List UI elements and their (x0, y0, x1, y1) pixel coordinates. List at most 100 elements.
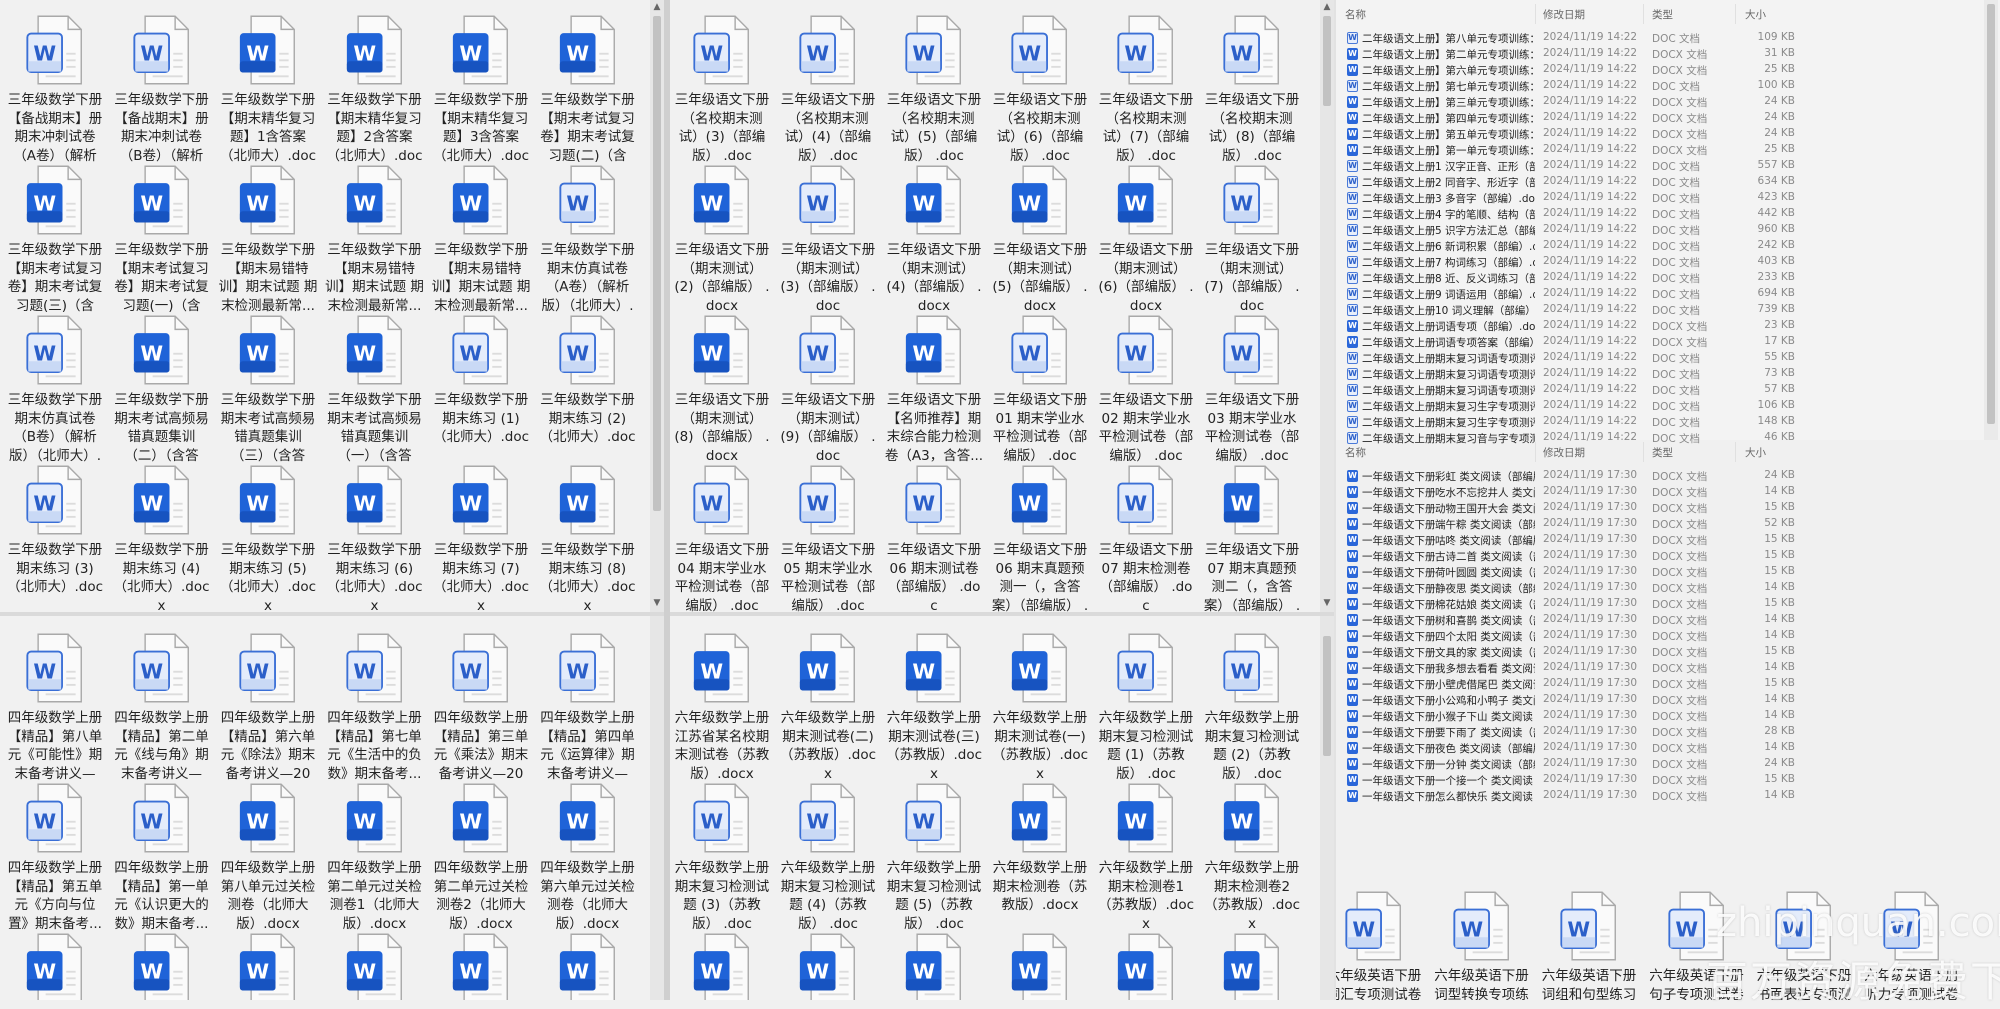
file-item[interactable]: W 四年级数学上册【精品】第二单元《线与角》期末备考讲义—2... (109, 631, 215, 783)
file-list-row[interactable]: W 二年级语文上册 3 多音字（部编）.doc 2024/11/19 14:22 DOC… (1335, 190, 1805, 206)
file-item[interactable]: W 三年级数学下册期末练习 (4)（北师大）.docx (109, 463, 215, 612)
file-list-row[interactable]: W 一年级语文下册一个接一个 类文阅读（... 2024/11/19 17:30 DO… (1335, 772, 1805, 788)
column-separator[interactable] (1535, 442, 1536, 462)
file-item[interactable]: W 四年级数学上册【精品】第五单元《方向与位置》期末备考... (2, 781, 108, 933)
file-list-row[interactable]: W 二年级语文上册】第六单元专项训练：... 2024/11/19 14:22 DOC… (1335, 62, 1805, 78)
column-separator[interactable] (1643, 442, 1644, 462)
scrollbar-left-top[interactable]: ▲ ▼ (650, 0, 664, 612)
file-item[interactable]: W 三年级数学下册【期末精华复习题】1含答案（北师大）.docx (215, 13, 321, 165)
column-separator[interactable] (1735, 442, 1736, 462)
file-item[interactable]: W 三年级语文下册（期末测试）(8)（部编版） .docx (670, 313, 775, 465)
file-item[interactable]: W 三年级语文下册（名校期末测试）(6)（部编版） .doc (987, 13, 1093, 165)
file-item[interactable]: W (987, 931, 1093, 1000)
file-list-row[interactable]: W 二年级语文上册 10 词义理解（部编）... 2024/11/19 14:22 DO… (1335, 302, 1805, 318)
file-list-row[interactable]: W 一年级语文下册小壁虎借尾巴 类文阅读... 2024/11/19 17:30 DO… (1335, 676, 1805, 692)
scrollbar-right-top[interactable] (1984, 0, 1998, 440)
file-item[interactable]: W 三年级数学下册【期末考试复习卷】期末考试复习题(一)（含答... (109, 163, 215, 315)
file-list-row[interactable]: W 一年级语文下册荷叶圆圆 类文阅读（部... 2024/11/19 17:30 DO… (1335, 564, 1805, 580)
file-list-row[interactable]: W 二年级语文上册】第七单元专项训练：... 2024/11/19 14:22 DOC… (1335, 78, 1805, 94)
file-item[interactable]: W 三年级语文下册（期末测试）(7)（部编版） .doc (1199, 163, 1305, 315)
file-list-row[interactable]: W 一年级语文下册彩虹 类文阅读（部编版... 2024/11/19 17:30 DO… (1335, 468, 1805, 484)
file-item[interactable]: W (2, 931, 108, 1000)
file-item[interactable]: W 三年级语文下册06 期末测试卷（部编版） .doc (881, 463, 987, 612)
file-item[interactable]: W 六年级数学上册期末复习检测试题 (4)（苏教版） .doc (775, 781, 881, 933)
scroll-thumb[interactable] (653, 16, 661, 511)
file-list-row[interactable]: W 一年级语文下册端午粽 类文阅读（部编... 2024/11/19 17:30 DO… (1335, 516, 1805, 532)
file-item[interactable]: W 三年级语文下册【名师推荐】期末综合能力检测卷（A3，含答... (881, 313, 987, 465)
file-item[interactable]: W 三年级语文下册07 期末真题预测二（，含答案）（部编版） .d... (1199, 463, 1305, 612)
file-list-row[interactable]: W 一年级语文下册吃水不忘挖井人 类文阅... 2024/11/19 17:30 DO… (1335, 484, 1805, 500)
file-item[interactable]: W 六年级数学上册期末复习检测试题 (1)（苏教版） .doc (1093, 631, 1199, 783)
file-list-row[interactable]: W 二年级语文上册】第二单元专项训练：... 2024/11/19 14:22 DOC… (1335, 46, 1805, 62)
file-list-row[interactable]: W 二年级语文上册4 字的笔顺、结构（部... 2024/11/19 14:22 DO… (1335, 206, 1805, 222)
file-item[interactable]: W 三年级语文下册（名校期末测试）(5)（部编版） .doc (881, 13, 987, 165)
column-header-type[interactable]: 类型 (1652, 7, 1673, 22)
file-item[interactable]: W 三年级数学下册【期末精华复习题】2含答案（北师大）.docx (322, 13, 428, 165)
file-item[interactable]: W 四年级数学上册第二单元过关检测卷1（北师大版）.docx (322, 781, 428, 933)
file-list-row[interactable]: W 二年级语文上册】第八单元专项训练：... 2024/11/19 14:22 DOC… (1335, 30, 1805, 46)
file-item[interactable]: W 四年级数学上册【精品】第四单元《运算律》期末备考讲义—2... (535, 631, 641, 783)
file-item[interactable]: W 三年级语文下册（期末测试）(2)（部编版） .docx (670, 163, 775, 315)
file-list-row[interactable]: W 一年级语文下册四个太阳 类文阅读（部... 2024/11/19 17:30 DO… (1335, 628, 1805, 644)
file-item[interactable]: W 三年级语文下册02 期末学业水平检测试卷（部编版） .doc (1093, 313, 1199, 465)
file-item[interactable]: W 四年级数学上册第六单元过关检测卷（北师大版）.docx (535, 781, 641, 933)
file-item[interactable]: W (535, 931, 641, 1000)
scroll-thumb[interactable] (1323, 16, 1331, 106)
file-item[interactable]: W 三年级语文下册（期末测试）(3)（部编版） .doc (775, 163, 881, 315)
file-list-row[interactable]: W 一年级语文下册我多想去看看 类文阅读... 2024/11/19 17:30 DO… (1335, 660, 1805, 676)
file-item[interactable]: W 三年级数学下册期末练习 (3)（北师大）.doc (2, 463, 108, 597)
file-list-row[interactable]: W 一年级语文下册文具的家 类文阅读（部... 2024/11/19 17:30 DO… (1335, 644, 1805, 660)
file-item[interactable]: W 三年级数学下册【期末精华复习题】3含答案（北师大）.docx (428, 13, 534, 165)
file-item[interactable]: W 三年级数学下册期末仿真试卷（A卷）（解析版）（北师大）.doc (535, 163, 641, 315)
file-list-row[interactable]: W 一年级语文下册棉花姑娘 类文阅读（部... 2024/11/19 17:30 DO… (1335, 596, 1805, 612)
file-item[interactable]: W (1093, 931, 1199, 1000)
file-item[interactable]: W 三年级数学下册期末练习 (1)（北师大）.doc (428, 313, 534, 447)
file-item[interactable]: W 三年级语文下册03 期末学业水平检测试卷（部编版） .doc (1199, 313, 1305, 465)
column-header-name[interactable]: 名称 (1345, 445, 1366, 460)
file-list-row[interactable]: W 一年级语文下册要下雨了 类文阅读（部... 2024/11/19 17:30 DO… (1335, 724, 1805, 740)
file-item[interactable]: W 六年级数学上册江苏省某名校期末测试卷（苏教版）.docx (670, 631, 775, 783)
file-list-row[interactable]: W 二年级语文上册1 汉字正音、正形（部... 2024/11/19 14:22 DO… (1335, 158, 1805, 174)
scroll-thumb[interactable] (1987, 4, 1995, 424)
column-header-size[interactable]: 大小 (1745, 7, 1766, 22)
scroll-up-arrow-icon[interactable]: ▲ (650, 2, 664, 12)
file-item[interactable]: W 三年级语文下册04 期末学业水平检测试卷（部编版） .doc (670, 463, 775, 612)
file-item[interactable]: W 三年级数学下册【备战期末】册期末冲刺试卷（A卷）（解析版... (2, 13, 108, 165)
file-item[interactable]: W 三年级语文下册（名校期末测试）(3)（部编版） .doc (670, 13, 775, 165)
file-list-row[interactable]: W 一年级语文下册小公鸡和小鸭子 类文阅... 2024/11/19 17:30 DO… (1335, 692, 1805, 708)
file-item[interactable]: W 三年级数学下册【期末易错特训】期末试题 期末检测最新常... (215, 163, 321, 315)
file-item[interactable]: W 三年级语文下册（期末测试）(5)（部编版） .docx (987, 163, 1093, 315)
file-item[interactable]: W 三年级数学下册期末仿真试卷（B卷）（解析版）（北师大）.doc (2, 313, 108, 465)
file-item[interactable]: W 四年级数学上册【精品】第七单元《生活中的负数》期末备考... (322, 631, 428, 783)
file-item[interactable]: W 六年级数学上册期末复习检测试题 (2)（苏教版） .doc (1199, 631, 1305, 783)
file-item[interactable]: W (215, 931, 321, 1000)
file-item[interactable]: W 三年级数学下册【期末考试复习卷】期末考试复习题(二)（含答... (535, 13, 641, 165)
file-list-row[interactable]: W 一年级语文下册夜色 类文阅读（部编版... 2024/11/19 17:30 DO… (1335, 740, 1805, 756)
file-item[interactable]: W 三年级语文下册06 期末真题预测一（，含答案）（部编版） .d... (987, 463, 1093, 612)
file-item[interactable]: W 四年级数学上册【精品】第六单元《除法》期末备考讲义—202... (215, 631, 321, 783)
file-item[interactable]: W 三年级数学下册期末练习 (2)（北师大）.doc (535, 313, 641, 447)
file-item[interactable]: W 三年级语文下册（期末测试）(9)（部编版） .doc (775, 313, 881, 465)
file-item[interactable]: W 六年级数学上册期末测试卷(一)（苏教版）.docx (987, 631, 1093, 783)
column-header-size[interactable]: 大小 (1745, 445, 1766, 460)
file-list-row[interactable]: W 二年级语文上册8 近、反义词练习（部... 2024/11/19 14:22 DO… (1335, 270, 1805, 286)
file-list-row[interactable]: W 一年级语文下册小猴子下山 类文阅读（... 2024/11/19 17:30 DO… (1335, 708, 1805, 724)
file-list-row[interactable]: W 二年级语文上册】第五单元专项训练：... 2024/11/19 14:22 DOC… (1335, 126, 1805, 142)
file-item[interactable]: W (881, 931, 987, 1000)
column-header-type[interactable]: 类型 (1652, 445, 1673, 460)
file-list-row[interactable]: W 二年级语文上册期末复习词语专项测评... 2024/11/19 14:22 DOC… (1335, 382, 1805, 398)
file-list-row[interactable]: W 二年级语文上册】第一单元专项训练：... 2024/11/19 14:22 DOC… (1335, 142, 1805, 158)
file-list-row[interactable]: W 二年级语文上册词语专项答案（部编）... 2024/11/19 14:22 DOC… (1335, 334, 1805, 350)
column-header-date[interactable]: 修改日期 (1543, 7, 1585, 22)
file-item[interactable]: W 三年级语文下册01 期末学业水平检测试卷（部编版） .doc (987, 313, 1093, 465)
file-item[interactable]: W 四年级数学上册【精品】第一单元《认识更大的数》期末备考... (109, 781, 215, 933)
file-list-row[interactable]: W 二年级语文上册5 识字方法汇总（部编... 2024/11/19 14:22 DO… (1335, 222, 1805, 238)
file-item[interactable]: W 四年级数学上册【精品】第八单元《可能性》期末备考讲义—2... (2, 631, 108, 783)
scroll-down-arrow-icon[interactable]: ▼ (1320, 598, 1334, 608)
file-item[interactable]: W 六年级数学上册期末检测卷2（苏教版）.docx (1199, 781, 1305, 933)
file-list-row[interactable]: W 二年级语文上册期末复习词语专项测评... 2024/11/19 14:22 DOC… (1335, 350, 1805, 366)
file-item[interactable]: W 六年级数学上册期末测试卷(二)（苏教版）.docx (775, 631, 881, 783)
file-item[interactable]: W 三年级数学下册【备战期末】册期末冲刺试卷（B卷）（解析版... (109, 13, 215, 165)
column-header-date[interactable]: 修改日期 (1543, 445, 1585, 460)
file-item[interactable]: W 三年级数学下册期末练习 (8)（北师大）.docx (535, 463, 641, 612)
